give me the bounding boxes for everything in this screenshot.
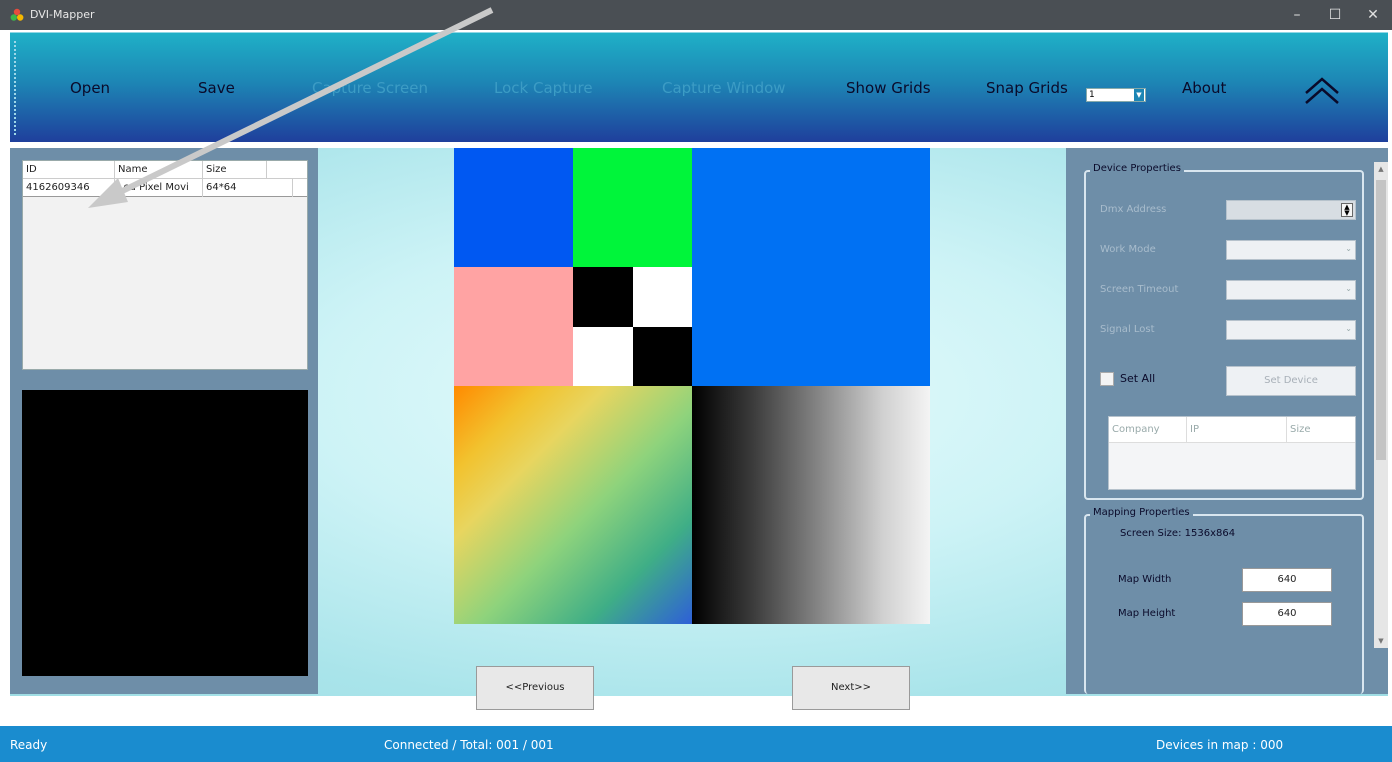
column-header-name[interactable]: Name bbox=[115, 161, 203, 179]
app-logo-icon bbox=[10, 8, 24, 21]
about-button[interactable]: About bbox=[1182, 79, 1226, 97]
pattern-gray-gradient bbox=[692, 386, 930, 624]
column-header-id[interactable]: ID bbox=[23, 161, 115, 179]
minimize-button[interactable]: – bbox=[1280, 4, 1314, 26]
screen-timeout-label: Screen Timeout bbox=[1100, 284, 1179, 295]
signal-lost-label: Signal Lost bbox=[1100, 324, 1155, 335]
chevron-down-icon: ⌄ bbox=[1345, 324, 1352, 333]
work-mode-select[interactable]: ⌄ bbox=[1226, 240, 1356, 260]
screen-timeout-select[interactable]: ⌄ bbox=[1226, 280, 1356, 300]
set-device-button[interactable]: Set Device bbox=[1226, 366, 1356, 396]
mapping-properties-title: Mapping Properties bbox=[1090, 507, 1193, 518]
work-mode-label: Work Mode bbox=[1100, 244, 1156, 255]
next-button[interactable]: Next>> bbox=[792, 666, 910, 710]
maximize-button[interactable]: ☐ bbox=[1318, 4, 1352, 26]
snap-grids-button[interactable]: Snap Grids bbox=[986, 79, 1068, 97]
device-properties-title: Device Properties bbox=[1090, 163, 1184, 174]
dmx-address-input[interactable]: ▲ ▼ bbox=[1226, 200, 1356, 220]
capture-window-button[interactable]: Capture Window bbox=[662, 79, 786, 97]
workspace: ID Name Size 4162609346 Led Pixel Movi 6… bbox=[10, 148, 1388, 710]
scroll-down-icon[interactable]: ▼ bbox=[1374, 634, 1388, 648]
device-list-table: ID Name Size 4162609346 Led Pixel Movi 6… bbox=[22, 160, 308, 370]
table-row[interactable]: 4162609346 Led Pixel Movi 64*64 bbox=[23, 179, 307, 197]
pattern-checker-white bbox=[573, 327, 633, 386]
device-preview bbox=[22, 390, 308, 676]
properties-panel: Device Properties Dmx Address ▲ ▼ Work Mo… bbox=[1066, 148, 1388, 694]
pattern-checker-black bbox=[633, 327, 692, 386]
snap-grid-size-select[interactable]: 1 ▼ bbox=[1086, 88, 1146, 102]
column-header-size[interactable]: Size bbox=[1287, 417, 1355, 443]
device-name-cell: Led Pixel Movi bbox=[115, 179, 203, 197]
save-button[interactable]: Save bbox=[198, 79, 235, 97]
toolbar-grip[interactable] bbox=[14, 41, 16, 135]
scroll-up-icon[interactable]: ▲ bbox=[1374, 162, 1388, 176]
device-size-cell: 64*64 bbox=[203, 179, 293, 197]
chevron-down-icon: ⌄ bbox=[1345, 284, 1352, 293]
column-header-size[interactable]: Size bbox=[203, 161, 267, 179]
mapping-canvas[interactable] bbox=[454, 148, 930, 624]
close-button[interactable]: ✕ bbox=[1356, 4, 1390, 26]
pattern-green-block bbox=[573, 148, 692, 267]
map-height-label: Map Height bbox=[1118, 608, 1176, 619]
map-width-input[interactable]: 640 bbox=[1242, 568, 1332, 592]
map-height-input[interactable]: 640 bbox=[1242, 602, 1332, 626]
collapse-ribbon-icon[interactable] bbox=[1300, 73, 1344, 109]
status-ready: Ready bbox=[10, 738, 48, 752]
properties-scrollbar[interactable]: ▲ ▼ bbox=[1374, 162, 1388, 648]
snap-grid-value: 1 bbox=[1089, 90, 1095, 100]
title-bar: DVI-Mapper – ☐ ✕ bbox=[0, 0, 1392, 30]
capture-screen-button[interactable]: Capture Screen bbox=[312, 79, 428, 97]
device-list-header: ID Name Size bbox=[23, 161, 307, 179]
show-grids-button[interactable]: Show Grids bbox=[846, 79, 931, 97]
pattern-checker-black bbox=[573, 267, 633, 327]
pattern-blue-block bbox=[454, 148, 573, 267]
scrollbar-thumb[interactable] bbox=[1376, 180, 1386, 460]
lock-capture-button[interactable]: Lock Capture bbox=[494, 79, 593, 97]
previous-button[interactable]: <<Previous bbox=[476, 666, 594, 710]
column-header-ip[interactable]: IP bbox=[1187, 417, 1287, 443]
mapping-properties-group: Mapping Properties Screen Size: 1536x864… bbox=[1084, 507, 1364, 694]
open-button[interactable]: Open bbox=[70, 79, 110, 97]
dmx-address-label: Dmx Address bbox=[1100, 204, 1167, 215]
set-all-label: Set All bbox=[1120, 372, 1156, 385]
column-header-company[interactable]: Company bbox=[1109, 417, 1187, 443]
company-table: Company IP Size bbox=[1108, 416, 1356, 490]
screen-size-text: Screen Size: 1536x864 bbox=[1120, 528, 1236, 539]
status-connected: Connected / Total: 001 / 001 bbox=[384, 738, 554, 752]
status-devices-in-map: Devices in map : 000 bbox=[1156, 738, 1284, 752]
company-table-header: Company IP Size bbox=[1109, 417, 1355, 443]
pattern-pink-block bbox=[454, 267, 573, 386]
device-properties-group: Device Properties Dmx Address ▲ ▼ Work Mo… bbox=[1084, 163, 1364, 500]
window-title: DVI-Mapper bbox=[30, 8, 95, 21]
spin-arrows-icon[interactable]: ▲ ▼ bbox=[1341, 203, 1353, 217]
pattern-checker-white bbox=[633, 267, 692, 327]
set-all-checkbox[interactable] bbox=[1100, 372, 1114, 386]
chevron-down-icon: ⌄ bbox=[1345, 244, 1352, 253]
signal-lost-select[interactable]: ⌄ bbox=[1226, 320, 1356, 340]
chevron-down-icon: ▼ bbox=[1134, 89, 1144, 101]
left-panel: ID Name Size 4162609346 Led Pixel Movi 6… bbox=[10, 148, 318, 694]
status-bar: Ready Connected / Total: 001 / 001 Devic… bbox=[0, 726, 1392, 762]
device-id-cell: 4162609346 bbox=[23, 179, 115, 197]
pattern-large-blue-block bbox=[692, 148, 930, 386]
ribbon-toolbar: Open Save Capture Screen Lock Capture Ca… bbox=[10, 32, 1388, 142]
pattern-color-gradient bbox=[454, 386, 692, 624]
map-width-label: Map Width bbox=[1118, 574, 1172, 585]
